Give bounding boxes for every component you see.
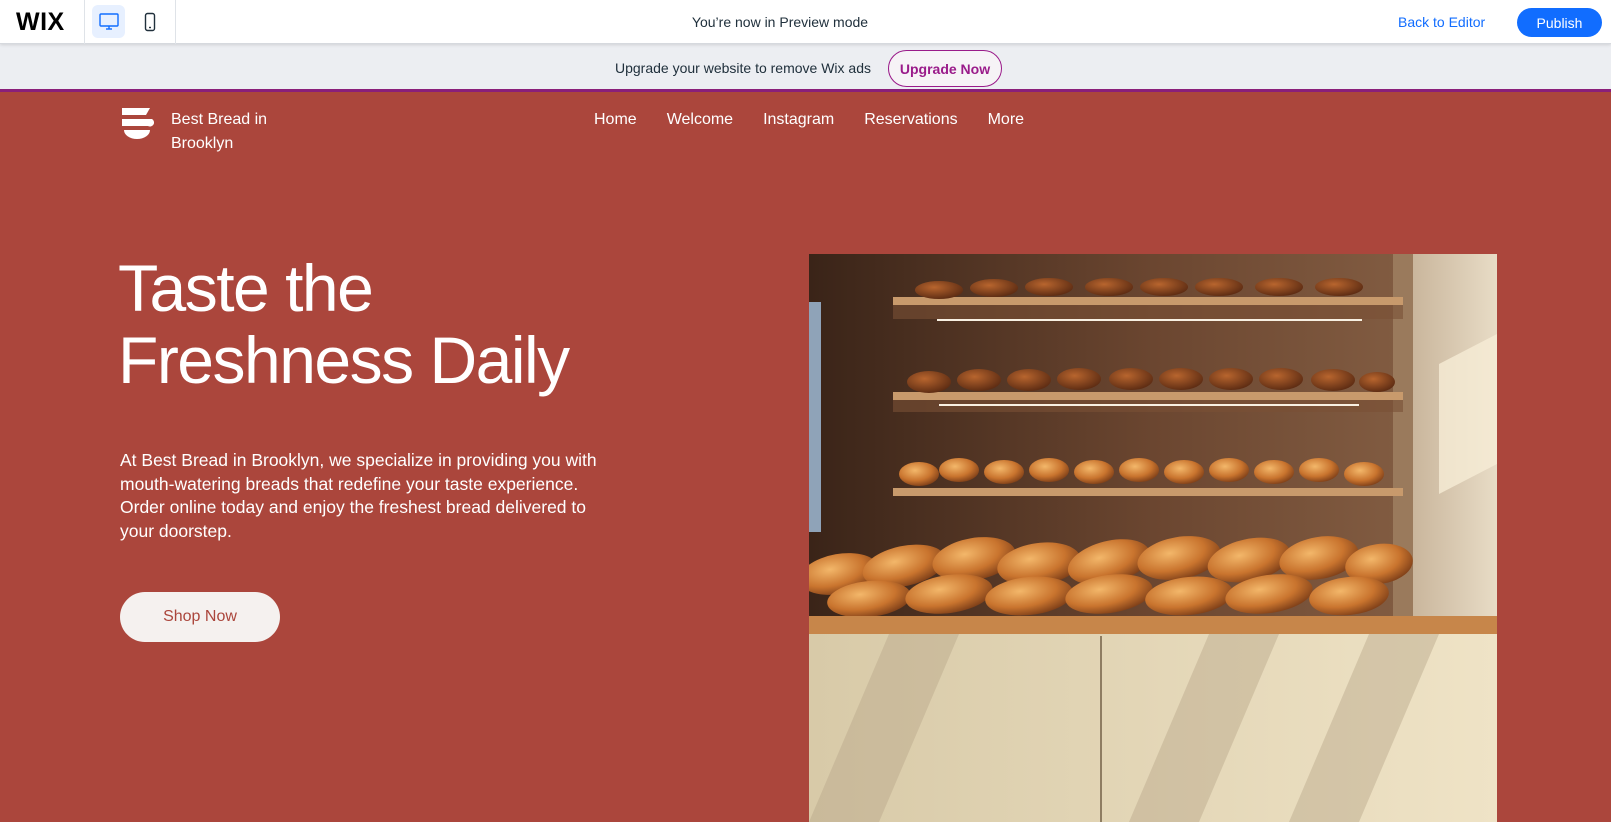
bread-shelves-image	[809, 254, 1497, 822]
nav-item-instagram[interactable]: Instagram	[763, 111, 834, 129]
hero-title-line2: Freshness Daily	[118, 323, 570, 397]
upgrade-banner: Upgrade your website to remove Wix ads U…	[0, 44, 1611, 92]
site-name[interactable]: Best Bread in Brooklyn	[171, 108, 291, 156]
hero-title: Taste the Freshness Daily	[118, 252, 738, 396]
back-to-editor-link[interactable]: Back to Editor	[1398, 14, 1485, 30]
upgrade-banner-text: Upgrade your website to remove Wix ads	[615, 60, 871, 76]
shop-now-button[interactable]: Shop Now	[120, 592, 280, 642]
hero-description: At Best Bread in Brooklyn, we specialize…	[120, 450, 597, 541]
site-name-line2: Brooklyn	[171, 135, 234, 152]
preview-mode-label: You’re now in Preview mode	[691, 14, 869, 30]
hero-title-line1: Taste the	[118, 251, 374, 325]
nav-item-reservations[interactable]: Reservations	[864, 111, 957, 129]
preview-top-bar: WIX You’re now in Preview mode Back to E…	[0, 0, 1611, 44]
nav-item-welcome[interactable]: Welcome	[667, 111, 733, 129]
upgrade-now-button[interactable]: Upgrade Now	[888, 50, 1002, 87]
nav-item-home[interactable]: Home	[594, 111, 637, 129]
bread-logo-icon[interactable]	[120, 106, 155, 140]
site-name-line1: Best Bread in	[171, 111, 268, 128]
nav-item-more[interactable]: More	[988, 111, 1024, 129]
publish-button[interactable]: Publish	[1517, 8, 1602, 37]
main-nav: Home Welcome Instagram Reservations More	[594, 111, 1054, 129]
